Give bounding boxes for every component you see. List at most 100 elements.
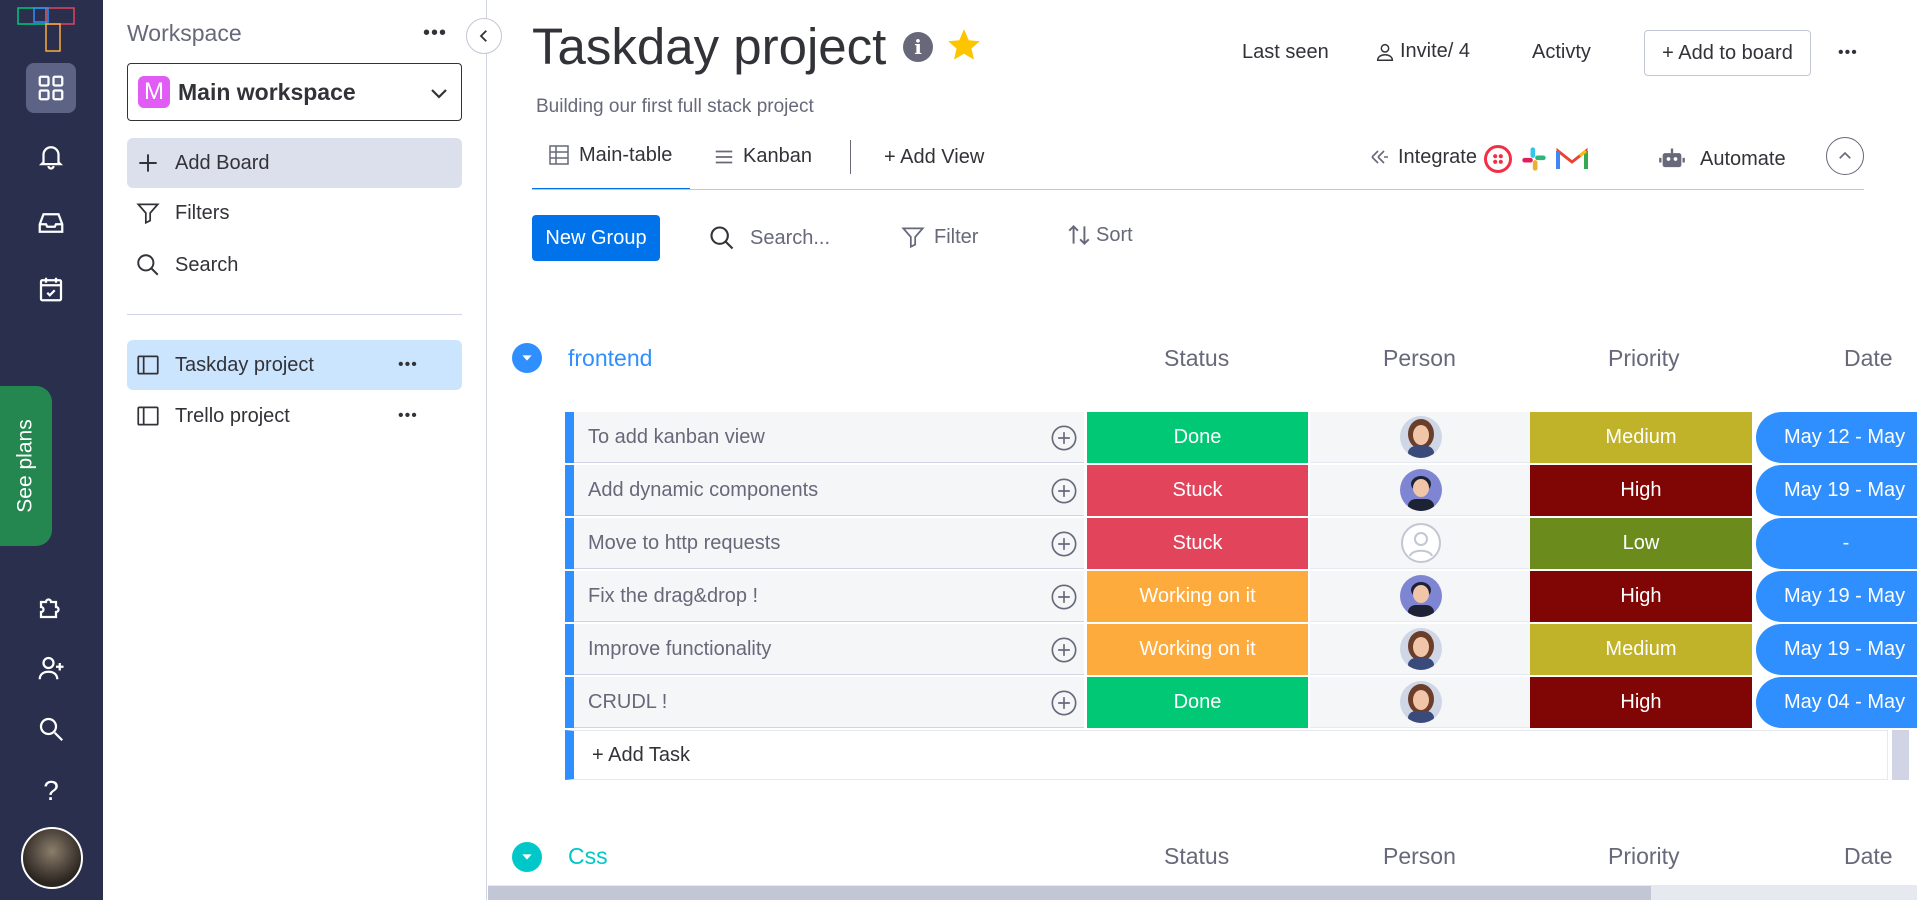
- info-icon[interactable]: i: [903, 32, 933, 62]
- column-header-status[interactable]: Status: [1164, 843, 1229, 870]
- task-name[interactable]: Improve functionality: [574, 624, 1084, 675]
- add-task-row[interactable]: + Add Task: [565, 730, 1888, 780]
- bell-icon[interactable]: [26, 131, 76, 181]
- date-cell[interactable]: -: [1756, 518, 1917, 569]
- status-cell[interactable]: Done: [1087, 677, 1308, 728]
- filters-button[interactable]: Filters: [127, 188, 462, 238]
- monday-logo-icon[interactable]: [16, 6, 78, 52]
- avatar: [1399, 469, 1442, 511]
- column-header-person[interactable]: Person: [1383, 345, 1456, 372]
- person-cell[interactable]: [1310, 571, 1531, 622]
- search-icon[interactable]: [26, 704, 76, 754]
- add-update-icon[interactable]: [1050, 636, 1078, 664]
- date-cell[interactable]: May 19 - May: [1756, 465, 1917, 516]
- column-header-priority[interactable]: Priority: [1608, 843, 1680, 870]
- twilio-icon: [1484, 145, 1512, 173]
- add-update-icon[interactable]: [1050, 477, 1078, 505]
- horizontal-scrollbar-thumb[interactable]: [488, 886, 1651, 900]
- page-title[interactable]: Taskday project: [532, 17, 886, 76]
- status-cell[interactable]: Working on it: [1087, 624, 1308, 675]
- task-name[interactable]: Move to http requests: [574, 518, 1084, 569]
- tab-main-table[interactable]: Main-table: [547, 143, 672, 167]
- column-header-date[interactable]: Date: [1844, 843, 1893, 870]
- board-more-icon[interactable]: •••: [398, 408, 418, 424]
- activity-label: Activty: [1532, 41, 1591, 63]
- person-cell[interactable]: [1310, 677, 1531, 728]
- see-plans-button[interactable]: See plans: [0, 386, 52, 546]
- date-cell[interactable]: May 19 - May: [1756, 624, 1917, 675]
- person-cell[interactable]: [1310, 518, 1531, 569]
- invite-button[interactable]: Invite/ 4: [1374, 40, 1470, 63]
- status-cell[interactable]: Done: [1087, 412, 1308, 463]
- status-cell[interactable]: Working on it: [1087, 571, 1308, 622]
- date-cell[interactable]: May 04 - May: [1756, 677, 1917, 728]
- filter-label: Filter: [934, 225, 979, 248]
- add-update-icon[interactable]: [1050, 424, 1078, 452]
- group-collapse-button[interactable]: [512, 842, 542, 872]
- group-title[interactable]: Css: [568, 843, 608, 870]
- column-header-person[interactable]: Person: [1383, 843, 1456, 870]
- date-cell[interactable]: May 12 - May: [1756, 412, 1917, 463]
- user-avatar[interactable]: [21, 827, 83, 889]
- last-seen-button[interactable]: Last seen: [1242, 41, 1329, 64]
- person-cell[interactable]: [1310, 624, 1531, 675]
- column-header-status[interactable]: Status: [1164, 345, 1229, 372]
- new-group-button[interactable]: New Group: [532, 215, 660, 261]
- add-user-icon[interactable]: [26, 643, 76, 693]
- add-update-icon[interactable]: [1050, 583, 1078, 611]
- help-icon[interactable]: ?: [26, 766, 76, 816]
- star-icon[interactable]: [945, 26, 983, 69]
- search-label: Search: [175, 253, 239, 276]
- board-description[interactable]: Building our first full stack project: [536, 96, 814, 118]
- puzzle-icon[interactable]: [26, 582, 76, 632]
- search-field[interactable]: Search...: [708, 224, 830, 252]
- list-icon: [715, 150, 733, 163]
- add-board-button[interactable]: Add Board: [127, 138, 462, 188]
- calendar-check-icon[interactable]: [26, 264, 76, 314]
- filter-icon: [901, 227, 925, 249]
- sort-label: Sort: [1096, 223, 1133, 246]
- task-name[interactable]: Add dynamic components: [574, 465, 1084, 516]
- apps-icon[interactable]: [26, 63, 76, 113]
- priority-cell[interactable]: High: [1530, 571, 1752, 622]
- person-cell[interactable]: [1310, 412, 1531, 463]
- group-title[interactable]: frontend: [568, 345, 652, 372]
- board-more-icon[interactable]: •••: [398, 357, 418, 373]
- column-header-date[interactable]: Date: [1844, 345, 1893, 372]
- integrate-button[interactable]: Integrate: [1368, 145, 1477, 169]
- task-name[interactable]: Fix the drag&drop !: [574, 571, 1084, 622]
- add-update-icon[interactable]: [1050, 689, 1078, 717]
- search-button[interactable]: Search: [127, 240, 462, 290]
- priority-cell[interactable]: High: [1530, 677, 1752, 728]
- workspace-selector[interactable]: M Main workspace: [127, 63, 462, 121]
- priority-cell[interactable]: Medium: [1530, 412, 1752, 463]
- filter-button[interactable]: Filter: [900, 224, 978, 250]
- group-collapse-button[interactable]: [512, 343, 542, 373]
- priority-cell[interactable]: Medium: [1530, 624, 1752, 675]
- activity-button[interactable]: Activty: [1532, 41, 1591, 64]
- status-cell[interactable]: Stuck: [1087, 465, 1308, 516]
- column-header-priority[interactable]: Priority: [1608, 345, 1680, 372]
- automate-button[interactable]: Automate: [1658, 145, 1786, 173]
- board-item-label: Taskday project: [175, 353, 314, 376]
- task-name[interactable]: To add kanban view: [574, 412, 1084, 463]
- board-icon: [137, 406, 159, 426]
- add-view-button[interactable]: + Add View: [884, 146, 984, 169]
- sort-button[interactable]: Sort: [1066, 222, 1133, 248]
- board-item-taskday[interactable]: Taskday project •••: [127, 340, 462, 390]
- person-cell[interactable]: [1310, 465, 1531, 516]
- board-item-trello[interactable]: Trello project •••: [127, 391, 462, 441]
- task-name[interactable]: CRUDL !: [574, 677, 1084, 728]
- inbox-icon[interactable]: [26, 198, 76, 248]
- add-update-icon[interactable]: [1050, 530, 1078, 558]
- date-cell[interactable]: May 19 - May: [1756, 571, 1917, 622]
- priority-cell[interactable]: Low: [1530, 518, 1752, 569]
- priority-cell[interactable]: High: [1530, 465, 1752, 516]
- board-menu-icon[interactable]: •••: [1838, 45, 1858, 61]
- add-to-board-button[interactable]: + Add to board: [1644, 30, 1811, 76]
- workspace-more-icon[interactable]: •••: [423, 23, 447, 43]
- collapse-sidebar-button[interactable]: [466, 18, 502, 54]
- status-cell[interactable]: Stuck: [1087, 518, 1308, 569]
- collapse-header-button[interactable]: [1826, 137, 1864, 175]
- tab-kanban[interactable]: Kanban: [713, 145, 812, 168]
